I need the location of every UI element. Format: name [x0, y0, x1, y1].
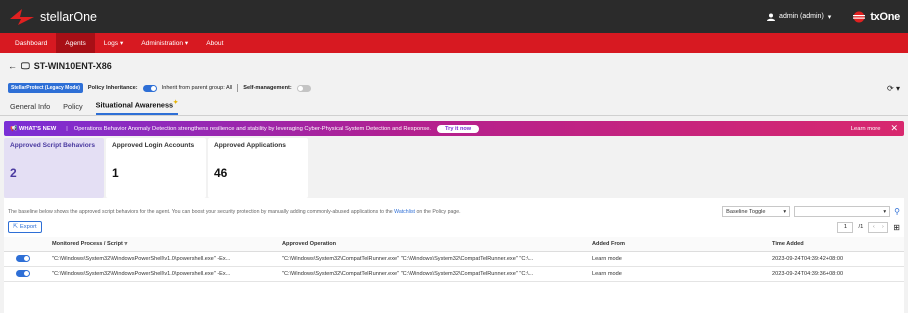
- col-monitored-process[interactable]: Monitored Process / Script ▿: [48, 237, 278, 252]
- pagination: 1 /1 ‹ › ⊞: [837, 221, 900, 233]
- policy-bar: StellarProtect (Legacy Mode) Policy Inhe…: [0, 79, 908, 97]
- process-cell: "C:\Windows\System32\WindowsPowerShell\v…: [48, 251, 278, 267]
- nav-agents[interactable]: Agents: [56, 33, 95, 53]
- chevron-down-icon: ▾: [184, 40, 189, 47]
- banner-tag: WHAT'S NEW: [18, 125, 57, 132]
- column-settings-icon[interactable]: ⊞: [893, 223, 900, 232]
- filter-select[interactable]: ▾: [794, 206, 891, 217]
- nav-administration[interactable]: Administration ▾: [132, 33, 197, 53]
- chevron-down-icon: ▾: [883, 208, 887, 215]
- close-icon[interactable]: ✕: [890, 123, 898, 134]
- card-value: 46: [214, 165, 228, 180]
- time-added-cell: 2023-09-24T04:39:42+08:00: [768, 251, 904, 267]
- watchlist-link[interactable]: Watchlist: [394, 209, 415, 215]
- nav-about[interactable]: About: [197, 33, 232, 53]
- search-icon[interactable]: ⚲: [894, 207, 900, 216]
- col-added-from: Added From: [588, 237, 768, 252]
- policy-inheritance-toggle[interactable]: [142, 84, 157, 92]
- tab-general-info[interactable]: General Info: [10, 102, 50, 115]
- card-approved-applications[interactable]: Approved Applications 46: [208, 138, 308, 198]
- operation-cell: "C:\Windows\System32\CompatTelRunner.exe…: [278, 266, 588, 282]
- row-toggle[interactable]: [16, 270, 30, 277]
- col-time-added: Time Added: [768, 237, 904, 252]
- app-logo[interactable]: stellarOne: [8, 7, 97, 27]
- tab-bar: General Info Policy Situational Awarenes…: [0, 97, 908, 116]
- operation-cell: "C:\Windows\System32\CompatTelRunner.exe…: [278, 251, 588, 267]
- try-it-now-button[interactable]: Try it now: [437, 124, 480, 133]
- summary-cards: Approved Script Behaviors 2 Approved Log…: [0, 136, 908, 198]
- divider: [237, 84, 239, 92]
- stellarone-logo-icon: [10, 8, 34, 25]
- export-icon: ⇱: [13, 224, 18, 230]
- chevron-down-icon: ▾: [119, 40, 124, 47]
- monitor-icon: 🖵: [21, 60, 30, 71]
- product-badge: StellarProtect (Legacy Mode): [8, 83, 83, 93]
- prev-page-icon[interactable]: ‹: [869, 223, 878, 232]
- chevron-down-icon: ▾: [783, 208, 787, 215]
- page-header: ← 🖵 ST-WIN10ENT-X86: [0, 53, 908, 79]
- sync-icon[interactable]: ⟳ ▾: [887, 84, 900, 93]
- self-management-toggle[interactable]: [296, 84, 311, 92]
- baseline-panel: The baseline below shows the approved sc…: [4, 198, 904, 313]
- filters: Baseline Toggle ▾ ▾ ⚲: [722, 206, 900, 217]
- row-toggle[interactable]: [16, 255, 30, 262]
- sparkle-icon: ✦: [173, 99, 179, 106]
- card-title: Approved Script Behaviors: [10, 142, 96, 149]
- export-row: ⇱ Export 1 /1 ‹ › ⊞: [4, 217, 904, 233]
- card-approved-script-behaviors[interactable]: Approved Script Behaviors 2: [4, 138, 104, 198]
- added-from-cell: Learn mode: [588, 251, 768, 267]
- user-icon: [767, 13, 776, 21]
- baseline-toggle-select[interactable]: Baseline Toggle ▾: [722, 206, 791, 217]
- page-total: /1: [858, 224, 864, 230]
- page-arrows: ‹ ›: [868, 221, 889, 233]
- process-cell: "C:\Windows\System32\WindowsPowerShell\v…: [48, 266, 278, 282]
- card-value: 1: [112, 165, 119, 180]
- txone-brand: txOne: [851, 11, 900, 23]
- card-title: Approved Login Accounts: [112, 142, 195, 149]
- megaphone-icon: 📢: [10, 125, 19, 132]
- nav-logs[interactable]: Logs ▾: [95, 33, 132, 53]
- policy-inheritance-label: Policy Inheritance:: [87, 85, 138, 91]
- nav-dashboard[interactable]: Dashboard: [6, 33, 56, 53]
- tab-situational-awareness[interactable]: Situational Awareness✦: [95, 99, 179, 115]
- banner-message: Operations Behavior Anomaly Detection st…: [73, 125, 432, 132]
- description-row: The baseline below shows the approved sc…: [4, 198, 904, 217]
- table-row: "C:\Windows\System32\WindowsPowerShell\v…: [4, 266, 904, 282]
- user-label: admin (admin): [779, 13, 824, 20]
- table-header-row: Monitored Process / Script ▿ Approved Op…: [4, 237, 904, 252]
- added-from-cell: Learn mode: [588, 266, 768, 282]
- self-management-label: Self-management:: [243, 85, 292, 91]
- next-page-icon[interactable]: ›: [878, 223, 887, 232]
- export-button[interactable]: ⇱ Export: [8, 221, 42, 233]
- user-menu[interactable]: admin (admin) ▾: [767, 13, 831, 21]
- col-approved-operation: Approved Operation: [278, 237, 588, 252]
- table-row: "C:\Windows\System32\WindowsPowerShell\v…: [4, 251, 904, 267]
- card-value: 2: [10, 165, 17, 180]
- sort-icon: ▿: [124, 240, 128, 247]
- learn-more-link[interactable]: Learn more: [851, 126, 881, 132]
- page-title: ST-WIN10ENT-X86: [33, 61, 112, 71]
- txone-logo-icon: [853, 11, 866, 22]
- page-input[interactable]: 1: [837, 221, 854, 233]
- card-approved-login-accounts[interactable]: Approved Login Accounts 1: [106, 138, 206, 198]
- card-title: Approved Applications: [214, 142, 286, 149]
- chevron-down-icon: ▾: [827, 13, 832, 21]
- description-text: The baseline below shows the approved sc…: [8, 208, 461, 215]
- whats-new-banner: 📢 WHAT'S NEW | Operations Behavior Anoma…: [4, 121, 904, 136]
- top-bar: stellarOne admin (admin) ▾ txOne: [0, 0, 908, 33]
- tab-policy[interactable]: Policy: [63, 102, 82, 115]
- main-nav: Dashboard Agents Logs ▾ Administration ▾…: [0, 33, 908, 53]
- baseline-table: Monitored Process / Script ▿ Approved Op…: [4, 237, 904, 282]
- app-name: stellarOne: [40, 9, 97, 24]
- brand-name: txOne: [870, 10, 900, 23]
- back-arrow-icon[interactable]: ←: [8, 61, 17, 71]
- time-added-cell: 2023-09-24T04:39:36+08:00: [768, 266, 904, 282]
- inherit-text: Inherit from parent group: All: [161, 85, 233, 91]
